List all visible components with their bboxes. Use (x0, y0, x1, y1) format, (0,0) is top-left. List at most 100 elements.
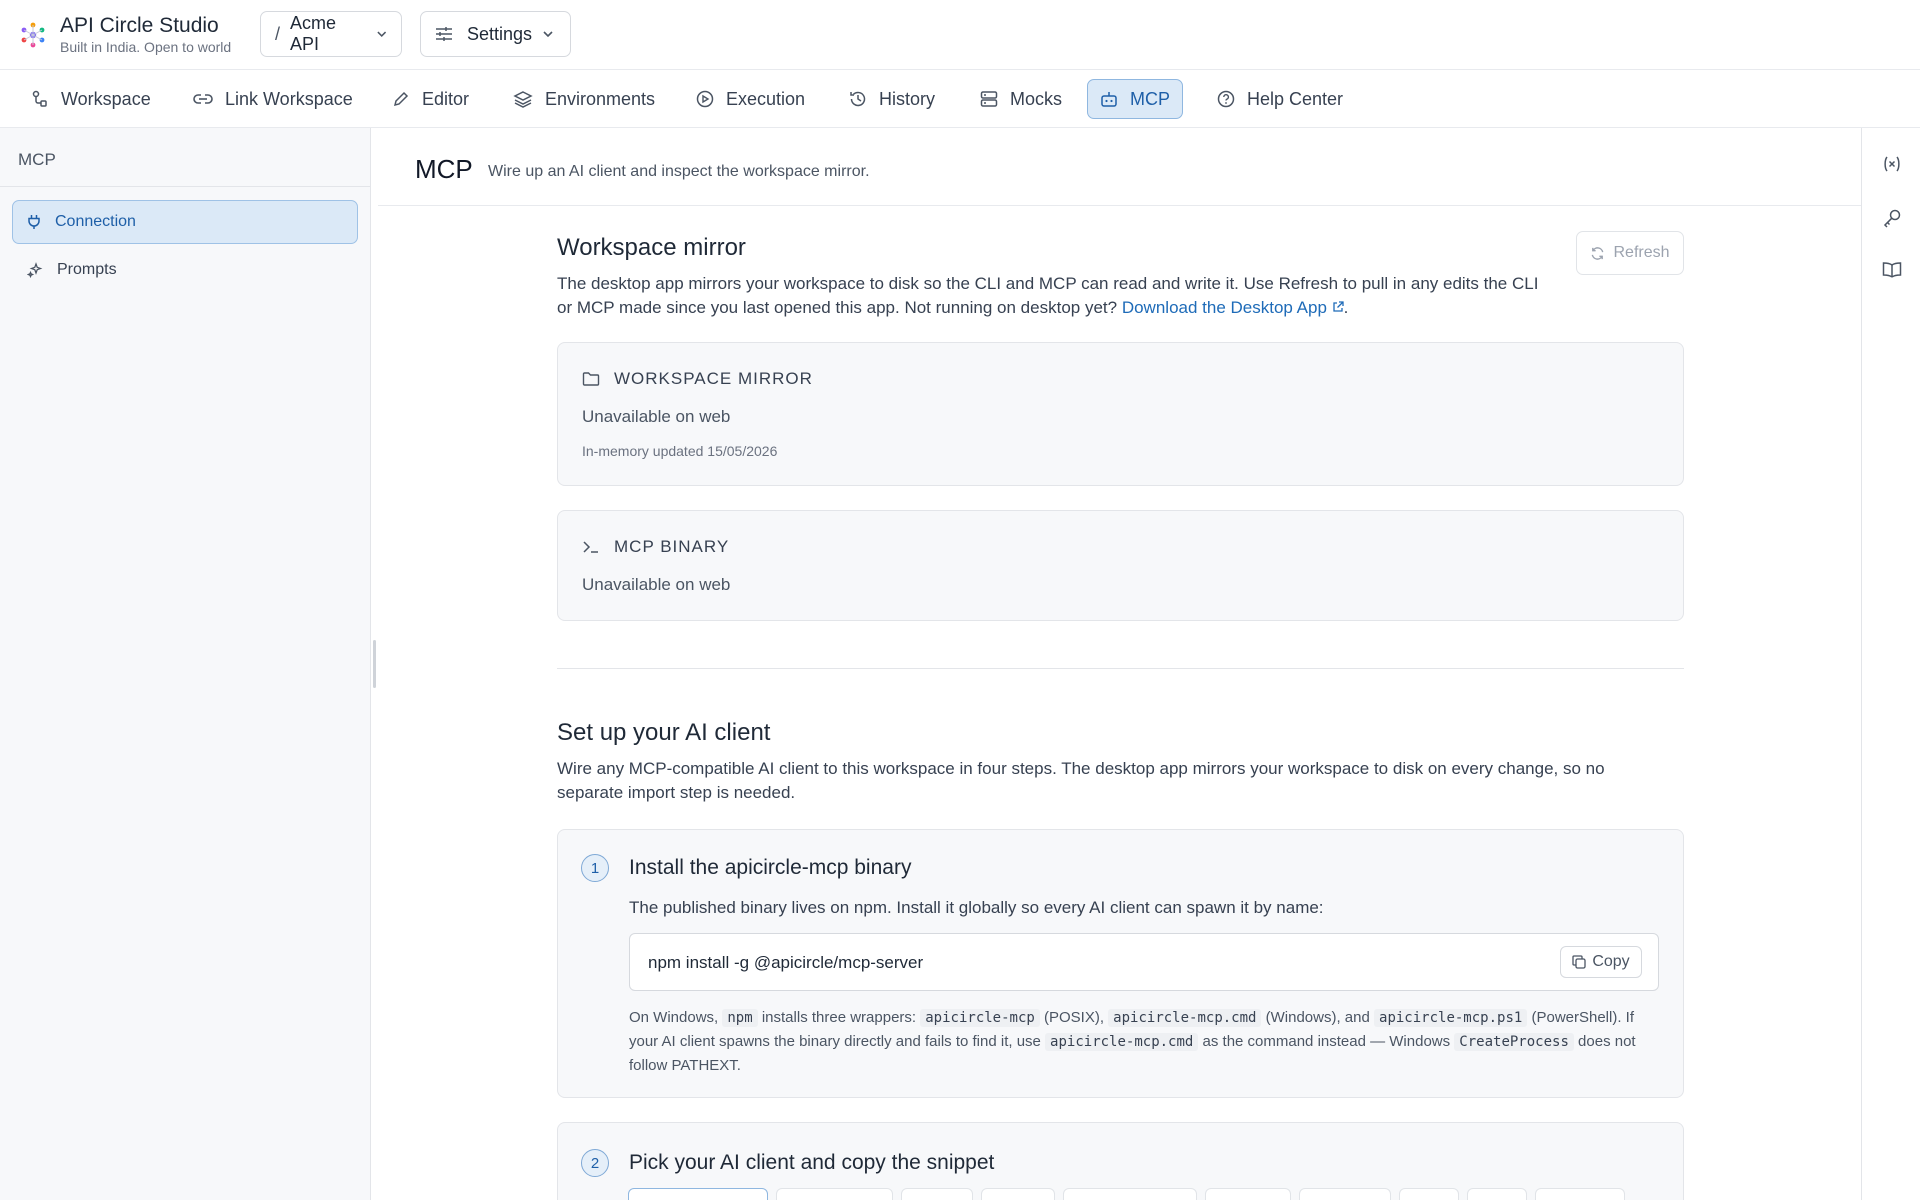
description-line: Wire any MCP-compatible AI client to thi… (557, 759, 1605, 778)
nav-label: MCP (1130, 88, 1170, 109)
setup-section: Set up your AI client Wire any MCP-compa… (557, 719, 1684, 805)
note-text: installs three wrappers: (757, 1009, 921, 1026)
refresh-icon (1592, 246, 1604, 260)
mirror-status: Unavailable on web (582, 407, 731, 426)
note-code: CreateProcess (1454, 1033, 1574, 1051)
folder-icon (582, 372, 600, 386)
client-tab[interactable] (1467, 1188, 1527, 1200)
sidebar-resize-handle[interactable] (373, 640, 376, 688)
nav-label: History (879, 88, 936, 109)
description-line-2: or MCP made since you last opened this a… (557, 296, 1557, 320)
client-tab[interactable] (1299, 1188, 1391, 1200)
step-number-badge: 1 (581, 854, 609, 882)
settings-label: Settings (467, 23, 533, 44)
server-icon (980, 91, 998, 107)
section-title: Set up your AI client (557, 719, 771, 746)
auth-keys-button[interactable] (1880, 206, 1904, 230)
note-text: On Windows, (629, 1009, 723, 1026)
right-rail (1861, 128, 1920, 1200)
client-tab[interactable] (776, 1188, 893, 1200)
copy-icon (1572, 955, 1586, 969)
nav-link-workspace[interactable]: Link Workspace (180, 79, 366, 119)
docs-button[interactable] (1880, 258, 1904, 282)
layers-icon (513, 91, 533, 108)
variables-button[interactable] (1880, 152, 1904, 176)
chevron-down-icon (543, 31, 553, 38)
step-1-card: 1 Install the apicircle-mcp binary The p… (557, 829, 1684, 1098)
note-code: npm (722, 1009, 758, 1027)
client-tab[interactable] (628, 1188, 768, 1200)
sidebar-item-connection[interactable]: Connection (12, 200, 358, 244)
download-desktop-link[interactable]: Download the Desktop App (1122, 298, 1344, 317)
external-link-icon (1333, 301, 1344, 312)
card-heading-label: MCP BINARY (614, 537, 730, 556)
install-command[interactable]: npm install -g @apicircle/mcp-server (648, 953, 923, 973)
brand[interactable]: API Circle Studio Built in India. Open t… (18, 14, 231, 56)
nav-history[interactable]: History (836, 79, 948, 119)
card-heading: WORKSPACE MIRROR (582, 369, 813, 389)
client-tab[interactable] (1063, 1188, 1197, 1200)
nav-label: Workspace (61, 88, 151, 109)
note-code: apicircle-mcp (920, 1009, 1040, 1027)
link-icon (193, 94, 213, 104)
nav-label: Mocks (1010, 88, 1063, 109)
note-text: (Windows), and (1261, 1009, 1375, 1026)
main-nav: Workspace Link Workspace Editor Environm… (0, 70, 1920, 128)
section-description: Wire any MCP-compatible AI client to thi… (557, 757, 1684, 805)
nav-label: Help Center (1247, 88, 1344, 109)
history-icon (850, 91, 866, 107)
workspace-switcher[interactable]: / Acme API (260, 11, 402, 57)
sidebar-title: MCP (18, 150, 56, 169)
help-icon (1217, 90, 1235, 108)
mirror-updated: In-memory updated 15/05/2026 (582, 443, 778, 459)
note-text: (POSIX), (1039, 1009, 1109, 1026)
nav-help-center[interactable]: Help Center (1204, 79, 1356, 119)
section-divider (557, 668, 1684, 669)
book-open-icon (1882, 262, 1902, 278)
app-logo-icon (21, 22, 45, 48)
refresh-label: Refresh (1613, 244, 1670, 261)
nav-mocks[interactable]: Mocks (967, 79, 1075, 119)
sidebar-item-prompts[interactable]: Prompts (12, 248, 358, 292)
card-heading: MCP BINARY (582, 537, 729, 557)
sliders-icon (436, 27, 452, 41)
nav-environments[interactable]: Environments (500, 79, 668, 119)
client-tab[interactable] (901, 1188, 973, 1200)
copy-label: Copy (1592, 953, 1630, 970)
description-text: or MCP made since you last opened this a… (557, 298, 1118, 317)
nav-execution[interactable]: Execution (683, 79, 818, 119)
workspace-mirror-card: WORKSPACE MIRROR Unavailable on web In-m… (557, 342, 1684, 486)
nav-label: Environments (545, 88, 656, 109)
client-tab[interactable] (1205, 1188, 1291, 1200)
refresh-button[interactable]: Refresh (1576, 231, 1684, 275)
sidebar-divider (0, 186, 370, 187)
step-number-badge: 2 (581, 1149, 609, 1177)
sidebar-item-label: Prompts (57, 261, 117, 278)
nav-editor[interactable]: Editor (379, 79, 482, 119)
step-description: The published binary lives on npm. Insta… (629, 898, 1324, 917)
note-text: as the command instead — Windows (1198, 1033, 1455, 1050)
workspace-name: Acme API (290, 13, 337, 54)
settings-dropdown[interactable]: Settings (420, 11, 571, 57)
description-end: . (1343, 298, 1349, 317)
description-line-2: separate import step is needed. (557, 783, 796, 802)
workspace-mirror-section: Workspace mirror The desktop app mirrors… (557, 234, 1684, 320)
step-title: Pick your AI client and copy the snippet (629, 1151, 995, 1174)
nav-mcp[interactable]: MCP (1087, 79, 1183, 119)
chevron-down-icon (376, 31, 386, 37)
page-title: MCP (415, 154, 473, 184)
client-tab[interactable] (1535, 1188, 1625, 1200)
windows-note: On Windows, npm installs three wrappers:… (629, 1006, 1664, 1078)
sidebar-item-label: Connection (55, 213, 136, 230)
install-command-box: npm install -g @apicircle/mcp-server Cop… (629, 933, 1659, 991)
copy-button[interactable]: Copy (1560, 946, 1642, 978)
client-tab[interactable] (981, 1188, 1055, 1200)
bot-icon (1101, 92, 1117, 107)
top-bar: API Circle Studio Built in India. Open t… (0, 0, 1920, 70)
nav-workspace[interactable]: Workspace (18, 79, 164, 119)
sparkles-icon (27, 262, 43, 278)
link-label: Download the Desktop App (1121, 298, 1327, 317)
client-tab[interactable] (1399, 1188, 1459, 1200)
plug-icon (28, 215, 40, 229)
play-circle-icon (696, 90, 714, 108)
